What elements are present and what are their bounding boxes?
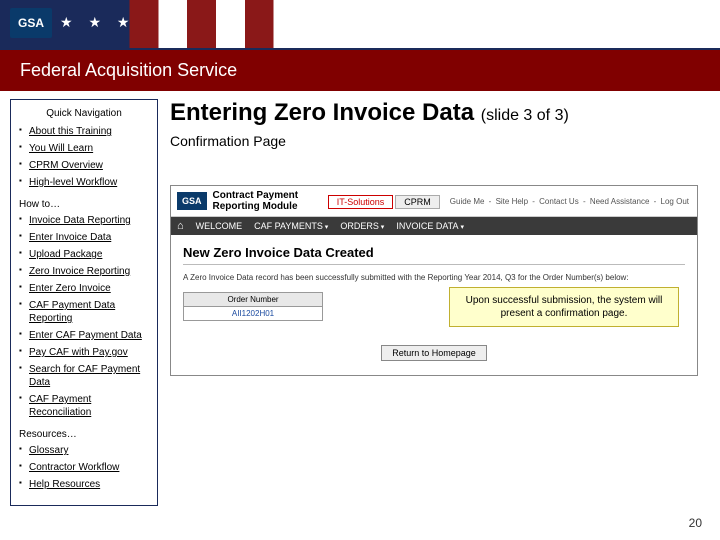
ss-module-title-line1: Contract Payment bbox=[213, 190, 328, 201]
nav-enter-zero-invoice[interactable]: Enter Zero Invoice bbox=[29, 283, 111, 294]
ss-tab-cprm: CPRM bbox=[395, 195, 440, 209]
sidebar-resources-label: Resources… bbox=[19, 429, 149, 440]
ss-table-value: AII1202H01 bbox=[184, 307, 322, 320]
ss-module-title-line2: Reporting Module bbox=[213, 201, 328, 212]
title-text: Entering Zero Invoice Data bbox=[170, 99, 474, 126]
ss-table-header: Order Number bbox=[184, 293, 322, 307]
nav-help-resources[interactable]: Help Resources bbox=[29, 479, 100, 490]
service-title-bar: Federal Acquisition Service bbox=[0, 48, 720, 91]
nav-about-training[interactable]: About this Training bbox=[29, 126, 112, 137]
nav-glossary[interactable]: Glossary bbox=[29, 445, 68, 456]
sidebar-group-resources: Glossary Contractor Workflow Help Resour… bbox=[19, 444, 149, 491]
ss-nav-orders: ORDERS bbox=[340, 221, 384, 231]
gsa-logo: GSA bbox=[10, 8, 52, 38]
nav-cprm-overview[interactable]: CPRM Overview bbox=[29, 160, 103, 171]
nav-enter-caf-payment[interactable]: Enter CAF Payment Data bbox=[29, 330, 142, 341]
nav-high-level-workflow[interactable]: High-level Workflow bbox=[29, 177, 117, 188]
sidebar-group-intro: About this Training You Will Learn CPRM … bbox=[19, 125, 149, 189]
nav-search-caf-payment[interactable]: Search for CAF Payment Data bbox=[29, 364, 140, 388]
sidebar-howto-label: How to… bbox=[19, 199, 149, 210]
ss-nav-invoice: INVOICE DATA bbox=[396, 221, 464, 231]
sidebar-heading: Quick Navigation bbox=[19, 108, 149, 119]
quick-navigation-sidebar: Quick Navigation About this Training You… bbox=[10, 99, 158, 506]
nav-caf-payment-reporting[interactable]: CAF Payment Data Reporting bbox=[29, 300, 115, 324]
ss-page-heading: New Zero Invoice Data Created bbox=[183, 245, 685, 260]
page-title: Entering Zero Invoice Data (slide 3 of 3… bbox=[170, 99, 698, 127]
flag-banner: GSA bbox=[0, 0, 720, 48]
nav-caf-reconciliation[interactable]: CAF Payment Reconciliation bbox=[29, 394, 91, 418]
ss-nav-bar: ⌂ WELCOME CAF PAYMENTS ORDERS INVOICE DA… bbox=[171, 217, 697, 235]
ss-return-button: Return to Homepage bbox=[381, 345, 487, 361]
nav-you-will-learn[interactable]: You Will Learn bbox=[29, 143, 93, 154]
home-icon: ⌂ bbox=[177, 220, 184, 232]
sidebar-group-howto: Invoice Data Reporting Enter Invoice Dat… bbox=[19, 214, 149, 419]
embedded-screenshot: GSA Contract Payment Reporting Module IT… bbox=[170, 185, 698, 376]
nav-invoice-data-reporting[interactable]: Invoice Data Reporting bbox=[29, 215, 131, 226]
callout-box: Upon successful submission, the system w… bbox=[449, 287, 679, 327]
nav-enter-invoice-data[interactable]: Enter Invoice Data bbox=[29, 232, 111, 243]
ss-nav-welcome: WELCOME bbox=[196, 221, 243, 231]
ss-nav-caf: CAF PAYMENTS bbox=[254, 221, 328, 231]
nav-pay-caf-paygov[interactable]: Pay CAF with Pay.gov bbox=[29, 347, 128, 358]
main-content: Entering Zero Invoice Data (slide 3 of 3… bbox=[158, 99, 710, 506]
slide-marker: (slide 3 of 3) bbox=[481, 107, 569, 124]
nav-contractor-workflow[interactable]: Contractor Workflow bbox=[29, 462, 119, 473]
ss-top-links: Guide Me - Site Help - Contact Us - Need… bbox=[448, 197, 691, 206]
ss-order-table: Order Number AII1202H01 bbox=[183, 292, 323, 321]
ss-confirmation-text: A Zero Invoice Data record has been succ… bbox=[183, 273, 685, 282]
nav-zero-invoice-reporting[interactable]: Zero Invoice Reporting bbox=[29, 266, 130, 277]
page-subtitle: Confirmation Page bbox=[170, 133, 698, 149]
page-number: 20 bbox=[689, 516, 702, 530]
ss-gsa-logo: GSA bbox=[177, 192, 207, 210]
ss-tab-it-solutions: IT-Solutions bbox=[328, 195, 394, 209]
nav-upload-package[interactable]: Upload Package bbox=[29, 249, 102, 260]
